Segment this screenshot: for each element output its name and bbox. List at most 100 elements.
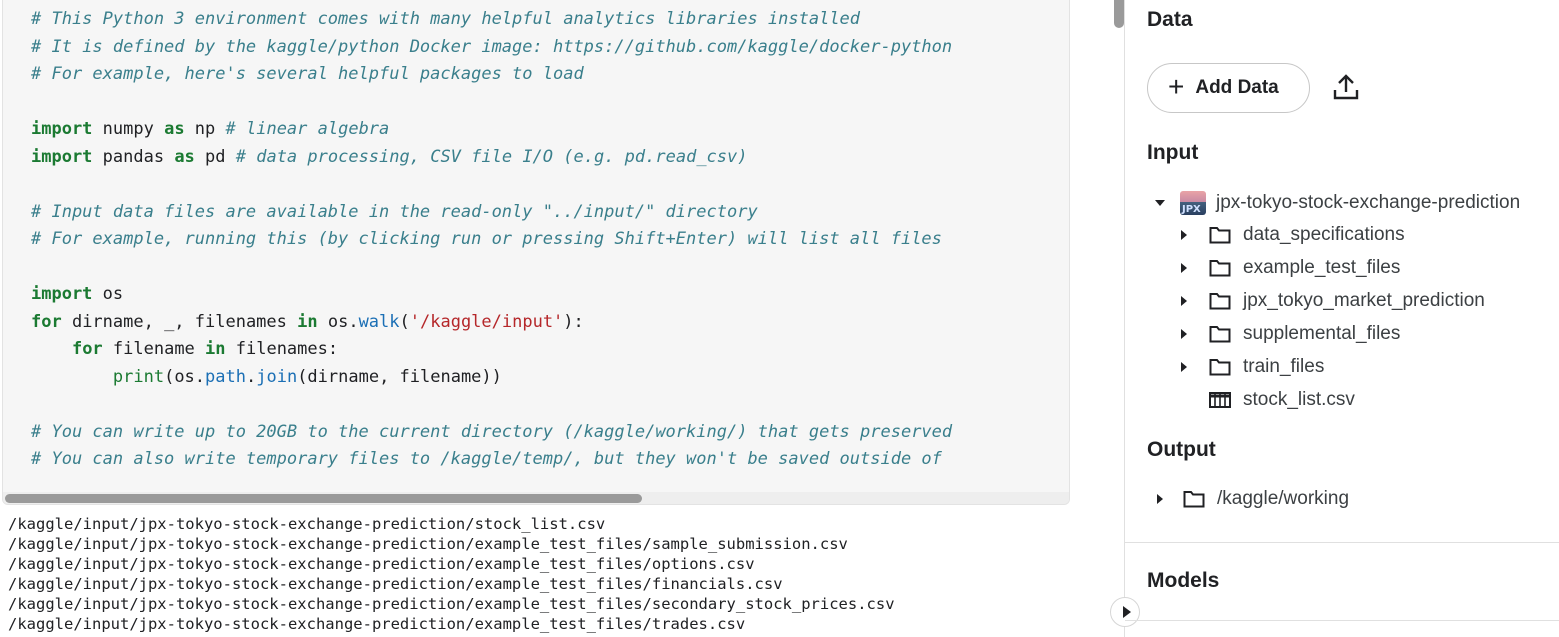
code-editor[interactable]: # This Python 3 environment comes with m…	[31, 6, 952, 474]
divider	[1125, 620, 1559, 621]
code-token: (os.	[164, 366, 206, 387]
models-section-title: Models	[1147, 569, 1220, 592]
chevron-right-icon	[1122, 606, 1131, 618]
plus-icon: +	[1168, 70, 1185, 102]
code-line: # You can write up to 20GB to the curren…	[31, 419, 952, 447]
code-token: filename	[102, 339, 206, 359]
tree-item-name: jpx_tokyo_market_prediction	[1243, 290, 1485, 311]
file-row[interactable]: stock_list.csv	[1181, 389, 1355, 411]
upload-icon[interactable]	[1333, 73, 1359, 101]
code-line: # Input data files are available in the …	[31, 199, 952, 227]
dataset-row[interactable]: JPX jpx-tokyo-stock-exchange-prediction	[1155, 191, 1520, 215]
dataset-name: jpx-tokyo-stock-exchange-prediction	[1216, 192, 1521, 213]
folder-row[interactable]: supplemental_files	[1181, 323, 1400, 345]
folder-icon	[1209, 359, 1231, 376]
folder-icon	[1209, 260, 1231, 277]
code-token: '/kaggle/input'	[409, 311, 564, 332]
tree-item-name: train_files	[1243, 356, 1325, 377]
folder-row[interactable]: train_files	[1181, 356, 1324, 378]
output-line: /kaggle/input/jpx-tokyo-stock-exchange-p…	[8, 595, 895, 613]
code-line: import os	[31, 281, 952, 309]
code-token: walk	[358, 311, 400, 332]
code-token: os	[92, 284, 124, 304]
caret-right-icon[interactable]	[1181, 230, 1187, 240]
code-token: # You can also write temporary files to …	[31, 449, 942, 469]
code-token: import	[31, 146, 93, 167]
caret-down-icon[interactable]	[1155, 200, 1165, 206]
folder-icon	[1183, 491, 1205, 508]
code-cell[interactable]: # This Python 3 environment comes with m…	[2, 0, 1070, 505]
horizontal-scrollbar[interactable]	[3, 492, 1069, 504]
horizontal-scrollbar-thumb[interactable]	[5, 494, 642, 503]
code-line: # You can also write temporary files to …	[31, 446, 952, 474]
code-token: for	[71, 339, 103, 359]
code-token: # data processing, CSV file I/O (e.g. pd…	[235, 146, 748, 167]
code-line: # For example, here's several helpful pa…	[31, 61, 952, 89]
code-token: dirname, _, filenames	[61, 311, 298, 332]
code-token: # For example, running this (by clicking…	[31, 229, 942, 249]
code-token: # It is defined by the kaggle/python Doc…	[31, 36, 953, 57]
dataset-thumbnail: JPX	[1180, 191, 1206, 215]
code-token: pd	[194, 146, 236, 167]
output-folder-name: /kaggle/working	[1217, 488, 1350, 509]
tree-item-name: supplemental_files	[1243, 323, 1401, 344]
folder-row[interactable]: data_specifications	[1181, 224, 1405, 246]
output-section-title: Output	[1147, 438, 1216, 461]
code-line: # It is defined by the kaggle/python Doc…	[31, 34, 952, 62]
code-token: (dirname, filename))	[297, 366, 502, 387]
add-data-label: Add Data	[1195, 77, 1279, 98]
code-token: in	[297, 311, 318, 332]
collapse-panel-button[interactable]	[1110, 597, 1140, 627]
code-token: ):	[563, 311, 584, 332]
code-token: in	[205, 339, 226, 359]
tree-item-name: stock_list.csv	[1243, 389, 1355, 410]
output-line: /kaggle/input/jpx-tokyo-stock-exchange-p…	[8, 515, 606, 533]
code-line: print(os.path.join(dirname, filename))	[31, 364, 952, 392]
folder-icon	[1209, 326, 1231, 343]
code-token: filenames:	[225, 339, 339, 359]
code-token: as	[164, 119, 185, 139]
caret-right-icon[interactable]	[1157, 494, 1163, 504]
output-line: /kaggle/input/jpx-tokyo-stock-exchange-p…	[8, 555, 755, 573]
code-line: # For example, running this (by clicking…	[31, 226, 952, 254]
folder-icon	[1209, 293, 1231, 310]
folder-row[interactable]: example_test_files	[1181, 257, 1400, 279]
code-line: for filename in filenames:	[31, 336, 952, 364]
caret-right-icon[interactable]	[1181, 362, 1187, 372]
code-token: print	[112, 366, 165, 387]
caret-right-icon[interactable]	[1181, 329, 1187, 339]
code-token: numpy	[92, 119, 165, 139]
caret-right-icon[interactable]	[1181, 296, 1187, 306]
tree-item-name: example_test_files	[1243, 257, 1401, 278]
code-token: (	[399, 311, 410, 332]
folder-row[interactable]: jpx_tokyo_market_prediction	[1181, 290, 1485, 312]
data-section-title: Data	[1147, 8, 1193, 31]
code-token: # Input data files are available in the …	[31, 201, 758, 222]
code-token: import	[31, 284, 93, 304]
vertical-scrollbar-thumb[interactable]	[1114, 0, 1124, 28]
code-token: # You can write up to 20GB to the curren…	[31, 421, 953, 442]
folder-icon	[1209, 227, 1231, 244]
add-data-button[interactable]: + Add Data	[1147, 63, 1310, 113]
code-token: # linear algebra	[225, 119, 390, 139]
divider	[1125, 542, 1559, 543]
code-token: as	[174, 146, 195, 167]
output-folder-row[interactable]: /kaggle/working	[1157, 488, 1349, 510]
table-icon	[1209, 392, 1231, 408]
code-line: import numpy as np # linear algebra	[31, 116, 952, 144]
output-line: /kaggle/input/jpx-tokyo-stock-exchange-p…	[8, 575, 783, 593]
tree-item-name: data_specifications	[1243, 224, 1405, 245]
code-token: path	[205, 366, 246, 387]
code-token: .	[245, 366, 257, 387]
output-line: /kaggle/input/jpx-tokyo-stock-exchange-p…	[8, 615, 746, 633]
code-token: # For example, here's several helpful pa…	[31, 64, 584, 84]
caret-right-icon[interactable]	[1181, 263, 1187, 273]
code-token: import	[31, 119, 93, 139]
code-token: join	[256, 366, 298, 387]
